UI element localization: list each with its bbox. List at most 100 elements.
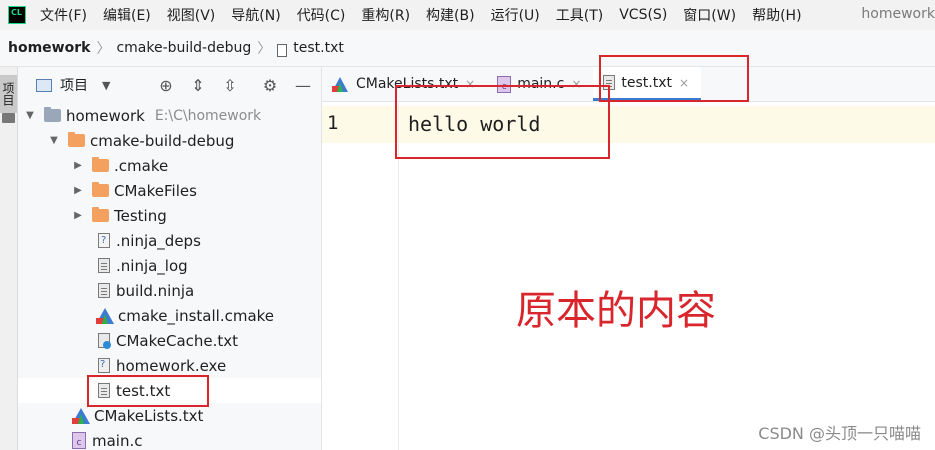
tree-item-label: main.c [92, 431, 143, 450]
locate-icon[interactable]: ⊕ [156, 75, 176, 95]
menu-code[interactable]: 代码(C) [297, 5, 346, 25]
code-editor[interactable]: 1 hello world 原本的内容 [322, 102, 935, 450]
close-icon[interactable]: × [571, 77, 581, 91]
menu-bar: CL 文件(F) 编辑(E) 视图(V) 导航(N) 代码(C) 重构(R) 构… [0, 0, 935, 30]
text-file-icon [98, 258, 110, 273]
module-folder-icon [44, 107, 61, 122]
tab-label: test.txt [621, 74, 673, 91]
c-file-icon: c [497, 75, 512, 93]
annotation-text: 原本的内容 [516, 288, 716, 334]
menu-window[interactable]: 窗口(W) [683, 5, 736, 25]
folder-icon [92, 207, 109, 222]
folder-icon [2, 113, 15, 123]
tree-item-label: CMakeLists.txt [94, 406, 204, 425]
text-file-icon [98, 383, 110, 398]
project-panel: 项目 ▼ ⊕ ⇕ ⇳ ⚙ — ▼ homework E:\C\homework … [18, 67, 322, 450]
cmake-icon [332, 76, 348, 92]
tree-item-cmake-build-debug[interactable]: ▼ cmake-build-debug [18, 128, 321, 153]
minimize-icon[interactable]: — [293, 75, 313, 95]
cmake-icon [72, 407, 90, 424]
tree-item-testing[interactable]: ▶ Testing [18, 203, 321, 228]
menu-build[interactable]: 构建(B) [426, 5, 475, 25]
menu-refactor[interactable]: 重构(R) [361, 5, 410, 25]
tree-item-label: cmake-build-debug [90, 131, 235, 150]
menu-file[interactable]: 文件(F) [40, 5, 87, 25]
chevron-right-icon: 〉 [257, 41, 272, 57]
tree-item-label: homework [66, 106, 145, 125]
menu-help[interactable]: 帮助(H) [752, 5, 801, 25]
tree-item-label: CMakeCache.txt [116, 331, 239, 350]
tree-item-test-txt[interactable]: test.txt [18, 378, 321, 403]
tab-main-c[interactable]: c main.c × [487, 67, 593, 101]
breadcrumb-item-test-txt[interactable]: test.txt [293, 40, 344, 56]
tree-item-build-ninja[interactable]: build.ninja [18, 278, 321, 303]
tree-item-cmakelists[interactable]: CMakeLists.txt [18, 403, 321, 428]
tree-item-cmakecache[interactable]: CMakeCache.txt [18, 328, 321, 353]
chevron-down-icon[interactable]: ▼ [102, 79, 110, 92]
tree-item-cmake[interactable]: ▶ .cmake [18, 153, 321, 178]
chevron-right-icon: 〉 [96, 41, 111, 57]
cmake-icon [96, 307, 114, 324]
tool-window-stripe: 项目 [0, 67, 18, 450]
breadcrumb-item-homework[interactable]: homework [8, 40, 90, 56]
clion-logo-icon: CL [8, 6, 26, 24]
chevron-right-icon[interactable]: ▶ [72, 185, 84, 196]
code-line[interactable]: hello world [408, 112, 540, 136]
tab-test-txt[interactable]: test.txt × [593, 67, 702, 101]
project-toolbar: 项目 ▼ ⊕ ⇕ ⇳ ⚙ — [18, 67, 321, 103]
menu-run[interactable]: 运行(U) [491, 5, 540, 25]
close-icon[interactable]: × [679, 76, 689, 90]
breadcrumb-item-cmake-build-debug[interactable]: cmake-build-debug [116, 40, 251, 56]
menu-view[interactable]: 视图(V) [167, 5, 216, 25]
project-tool-tab[interactable]: 项目 [0, 75, 17, 113]
gear-icon[interactable]: ⚙ [260, 75, 280, 95]
folder-icon [68, 132, 85, 147]
gutter-divider [398, 102, 399, 450]
tree-item-label: homework.exe [116, 356, 227, 375]
breadcrumb: homework 〉 cmake-build-debug 〉 test.txt [0, 30, 935, 67]
expand-all-icon[interactable]: ⇕ [188, 75, 208, 95]
tab-label: main.c [517, 76, 565, 92]
chevron-down-icon[interactable]: ▼ [24, 110, 36, 121]
folder-icon [92, 157, 109, 172]
cmake-cache-icon [98, 333, 111, 349]
tree-item-label: .ninja_log [116, 256, 188, 275]
unknown-file-icon [98, 233, 110, 248]
tree-item-label: build.ninja [116, 281, 195, 300]
text-file-icon [277, 43, 288, 57]
close-icon[interactable]: × [465, 77, 475, 91]
text-file-icon [98, 283, 110, 298]
tab-label: CMakeLists.txt [356, 76, 459, 92]
line-number: 1 [327, 112, 339, 134]
chevron-down-icon[interactable]: ▼ [48, 135, 60, 146]
tree-item-cmake-install[interactable]: cmake_install.cmake [18, 303, 321, 328]
tree-item-homework-exe[interactable]: homework.exe [18, 353, 321, 378]
window-project-name: homework [861, 6, 935, 22]
watermark: CSDN @头顶一只喵喵 [758, 424, 921, 443]
chevron-right-icon[interactable]: ▶ [72, 210, 84, 221]
menu-navigate[interactable]: 导航(N) [231, 5, 280, 25]
editor-tab-bar: CMakeLists.txt × c main.c × test.txt × [322, 67, 935, 102]
menu-vcs[interactable]: VCS(S) [619, 7, 667, 23]
tree-item-main-c[interactable]: c main.c [18, 428, 321, 450]
tree-item-label: test.txt [116, 381, 171, 400]
tree-item-homework[interactable]: ▼ homework E:\C\homework [18, 103, 321, 128]
menu-edit[interactable]: 编辑(E) [103, 5, 151, 25]
tree-item-label: CMakeFiles [114, 181, 197, 200]
tree-item-label: .ninja_deps [116, 231, 201, 250]
project-panel-title[interactable]: 项目 [60, 75, 88, 95]
tree-item-cmakefiles[interactable]: ▶ CMakeFiles [18, 178, 321, 203]
c-file-icon: c [72, 432, 86, 449]
tree-item-path: E:\C\homework [154, 107, 262, 124]
text-file-icon [603, 75, 616, 90]
tree-item-ninja-log[interactable]: .ninja_log [18, 253, 321, 278]
menu-tools[interactable]: 工具(T) [556, 5, 603, 25]
project-tool-tab-label: 项目 [1, 82, 15, 106]
folder-icon [92, 182, 109, 197]
tree-item-label: .cmake [114, 156, 169, 175]
tab-cmakelists[interactable]: CMakeLists.txt × [322, 67, 487, 101]
tree-item-ninja-deps[interactable]: .ninja_deps [18, 228, 321, 253]
executable-file-icon [98, 358, 110, 373]
collapse-all-icon[interactable]: ⇳ [220, 75, 240, 95]
chevron-right-icon[interactable]: ▶ [72, 160, 84, 171]
